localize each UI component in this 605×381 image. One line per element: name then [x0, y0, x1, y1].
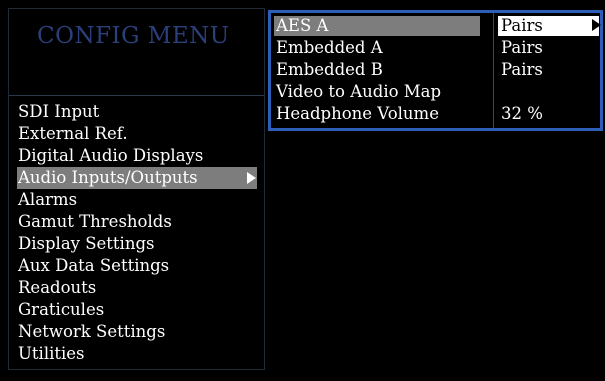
submenu-row-video-to-audio-map[interactable]: Video to Audio Map [274, 81, 600, 103]
menu-item-label: Display Settings [18, 234, 155, 253]
submenu-row-embedded-b[interactable]: Embedded B Pairs [274, 59, 600, 81]
menu-item-audio-inputs-outputs[interactable]: Audio Inputs/Outputs [17, 167, 257, 189]
menu-item-graticules[interactable]: Graticules [17, 299, 257, 321]
menu-item-alarms[interactable]: Alarms [17, 189, 257, 211]
triangle-right-icon [592, 19, 601, 31]
submenu-row-value[interactable]: 32 % [501, 103, 543, 125]
config-menu-title: CONFIG MENU [37, 23, 230, 49]
menu-item-sdi-input[interactable]: SDI Input [17, 101, 257, 123]
submenu-row-embedded-a[interactable]: Embedded A Pairs [274, 37, 600, 59]
menu-item-label: Aux Data Settings [18, 256, 170, 275]
menu-item-display-settings[interactable]: Display Settings [17, 233, 257, 255]
triangle-right-icon [247, 172, 256, 184]
menu-item-label: Readouts [18, 278, 97, 297]
submenu-row-value[interactable]: Pairs [501, 37, 543, 59]
menu-item-aux-data-settings[interactable]: Aux Data Settings [17, 255, 257, 277]
menu-item-label: External Ref. [18, 124, 128, 143]
submenu-row-value[interactable]: Pairs [501, 15, 543, 37]
menu-item-digital-audio-displays[interactable]: Digital Audio Displays [17, 145, 257, 167]
menu-item-label: Utilities [18, 344, 85, 363]
menu-item-label: Digital Audio Displays [18, 146, 204, 165]
menu-item-label: Alarms [18, 190, 78, 209]
menu-item-external-ref[interactable]: External Ref. [17, 123, 257, 145]
menu-item-label: Network Settings [18, 322, 166, 341]
submenu-row-label: Embedded B [276, 60, 383, 79]
waveform-monitor-screen: CONFIG MENU SDI Input External Ref. Digi… [0, 0, 605, 381]
config-menu-list: SDI Input External Ref. Digital Audio Di… [17, 101, 257, 365]
submenu-row-label: Embedded A [276, 38, 383, 57]
menu-item-network-settings[interactable]: Network Settings [17, 321, 257, 343]
submenu-row-aes-a[interactable]: AES A Pairs [274, 15, 601, 37]
menu-item-label: Gamut Thresholds [18, 212, 172, 231]
submenu-row-label: Headphone Volume [276, 104, 439, 123]
submenu-row-label: AES A [276, 16, 329, 35]
menu-item-label: Graticules [18, 300, 105, 319]
menu-item-label: SDI Input [18, 102, 100, 121]
menu-item-gamut-thresholds[interactable]: Gamut Thresholds [17, 211, 257, 233]
menu-item-label: Audio Inputs/Outputs [18, 168, 198, 187]
submenu-row-headphone-volume[interactable]: Headphone Volume 32 % [274, 103, 600, 125]
submenu-row-label: Video to Audio Map [276, 82, 442, 101]
submenu-row-value[interactable]: Pairs [501, 59, 543, 81]
menu-item-utilities[interactable]: Utilities [17, 343, 257, 365]
audio-inputs-outputs-submenu: AES A Pairs Embedded A Pairs Embedded B … [268, 10, 603, 131]
menu-item-readouts[interactable]: Readouts [17, 277, 257, 299]
panel-divider [9, 95, 264, 96]
config-menu-panel: CONFIG MENU SDI Input External Ref. Digi… [8, 8, 265, 370]
